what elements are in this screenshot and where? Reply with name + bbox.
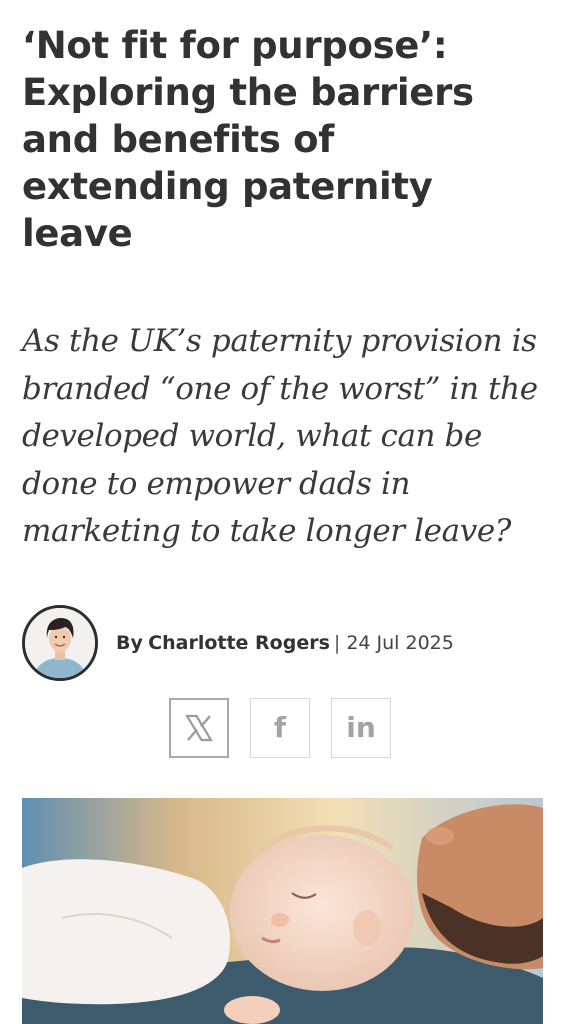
facebook-icon: f — [273, 711, 287, 744]
share-x-button[interactable] — [169, 698, 229, 758]
share-linkedin-button[interactable]: in — [331, 698, 391, 758]
byline-separator: | — [333, 631, 341, 654]
baby-sleeping-on-father-chest-image — [22, 798, 543, 1024]
author-portrait-icon — [25, 608, 95, 678]
hero-image — [22, 798, 543, 1024]
share-buttons: f in — [169, 698, 391, 758]
article-headline: ‘Not fit for purpose’: Exploring the bar… — [22, 24, 474, 255]
linkedin-icon: in — [346, 711, 376, 744]
byline: By Charlotte Rogers | 24 Jul 2025 — [22, 604, 454, 682]
article-standfirst: As the UK’s paternity provision is brand… — [22, 323, 538, 549]
author-name[interactable]: Charlotte Rogers — [148, 632, 330, 654]
byline-prefix: By — [116, 631, 143, 654]
share-facebook-button[interactable]: f — [250, 698, 310, 758]
byline-text: By Charlotte Rogers | 24 Jul 2025 — [116, 632, 454, 655]
article: ‘Not fit for purpose’: Exploring the bar… — [0, 0, 565, 1024]
author-avatar[interactable] — [22, 605, 98, 681]
x-logo-icon — [185, 714, 213, 742]
publish-date: 24 Jul 2025 — [346, 631, 454, 654]
